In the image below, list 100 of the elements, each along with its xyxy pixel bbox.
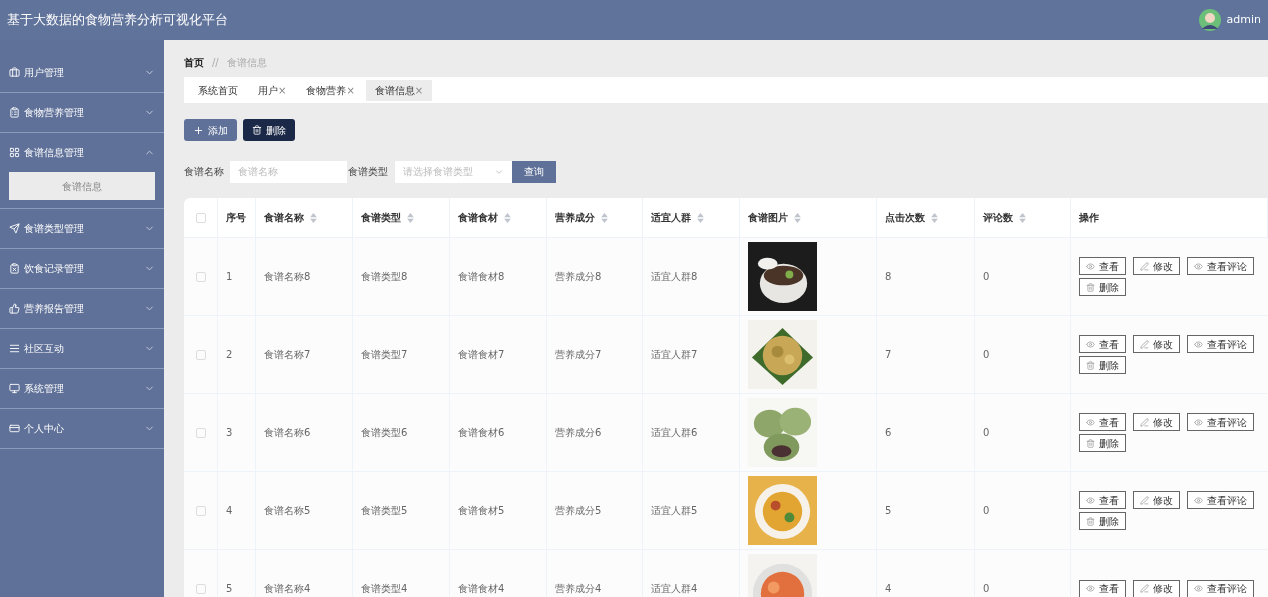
table-cell-text: 食谱类型6 <box>361 426 408 440</box>
action-button[interactable]: 修改 <box>1133 413 1180 431</box>
sort-icon[interactable] <box>504 212 511 223</box>
tab[interactable]: 食谱信息× <box>365 79 433 101</box>
tab[interactable]: 用户× <box>249 79 296 101</box>
table-cell-text: 食谱名称5 <box>264 504 311 518</box>
table-cell-text: 食谱类型4 <box>361 582 408 596</box>
table-cell-text: 营养成分5 <box>555 504 602 518</box>
pen-icon <box>1140 417 1149 427</box>
sidebar-item[interactable]: 食谱信息管理 <box>0 133 164 172</box>
sidebar-item[interactable]: 食谱类型管理 <box>0 209 164 248</box>
row-checkbox[interactable] <box>195 271 206 282</box>
select-all-checkbox[interactable] <box>195 212 206 223</box>
action-button[interactable]: 查看 <box>1079 257 1126 275</box>
tab[interactable]: 食物营养× <box>297 79 364 101</box>
breadcrumb-home[interactable]: 首页 <box>184 54 204 70</box>
sidebar-item[interactable]: 个人中心 <box>0 409 164 448</box>
eye-icon <box>1086 584 1095 593</box>
breadcrumb-separator: // <box>212 55 219 70</box>
delete-button[interactable]: 删除 <box>243 119 295 141</box>
action-button[interactable]: 删除 <box>1079 278 1126 296</box>
app-title: 基于大数据的食物营养分析可视化平台 <box>7 11 228 30</box>
table-cell-text: 适宜人群6 <box>651 426 698 440</box>
action-button[interactable]: 查看 <box>1079 413 1126 431</box>
action-button[interactable]: 修改 <box>1133 579 1180 597</box>
action-button[interactable]: 删除 <box>1079 512 1126 530</box>
table-cell-text: 食谱食材6 <box>458 426 505 440</box>
menu-icon <box>9 67 20 78</box>
row-checkbox[interactable] <box>195 427 206 438</box>
table-cell-text: 适宜人群7 <box>651 348 698 362</box>
sort-icon[interactable] <box>1019 212 1026 223</box>
sort-icon[interactable] <box>794 212 801 223</box>
sort-icon[interactable] <box>931 212 938 223</box>
action-button[interactable]: 修改 <box>1133 257 1180 275</box>
menu-icon <box>9 303 20 314</box>
action-button[interactable]: 查看评论 <box>1187 491 1254 509</box>
action-button[interactable]: 修改 <box>1133 491 1180 509</box>
column-header: 食谱类型 <box>361 211 401 225</box>
table-cell-text: 1 <box>226 270 233 284</box>
row-checkbox[interactable] <box>195 583 206 594</box>
name-input-field[interactable]: 食谱名称 <box>230 160 347 183</box>
pen-icon <box>1140 495 1149 505</box>
menu-icon <box>9 343 20 354</box>
sidebar-item[interactable]: 社区互动 <box>0 329 164 368</box>
action-button[interactable]: 查看评论 <box>1187 335 1254 353</box>
menu-icon <box>9 107 20 118</box>
eye-icon <box>1086 339 1095 349</box>
eye-icon <box>1194 417 1203 427</box>
tab[interactable]: 系统首页 <box>189 79 247 101</box>
avatar-icon[interactable] <box>1198 9 1221 31</box>
action-button[interactable]: 修改 <box>1133 335 1180 353</box>
table-cell-text: 0 <box>983 270 990 284</box>
menu-icon <box>9 383 20 394</box>
table-cell-text: 食谱食材4 <box>458 582 505 596</box>
table-cell-text: 适宜人群5 <box>651 504 698 518</box>
user-name[interactable]: admin <box>1226 11 1261 29</box>
table-cell-text: 食谱名称6 <box>264 426 311 440</box>
pen-icon <box>1140 339 1149 349</box>
action-button[interactable]: 删除 <box>1079 356 1126 374</box>
sidebar-item[interactable]: 营养报告管理 <box>0 289 164 328</box>
sidebar-item[interactable]: 食物营养管理 <box>0 93 164 132</box>
eye-icon <box>1194 495 1203 505</box>
search-button[interactable]: 查询 <box>512 160 556 183</box>
pen-icon <box>1140 584 1149 593</box>
sort-icon[interactable] <box>697 212 704 223</box>
eye-icon <box>1194 261 1203 271</box>
column-header: 食谱图片 <box>748 211 788 225</box>
column-header: 操作 <box>1079 211 1099 225</box>
table-cell-text: 食谱名称8 <box>264 270 311 284</box>
sidebar-item[interactable]: 用户管理 <box>0 53 164 92</box>
menu-icon <box>9 263 20 274</box>
table-cell-text: 0 <box>983 504 990 518</box>
plus-icon <box>193 124 204 136</box>
sidebar-item[interactable]: 饮食记录管理 <box>0 249 164 288</box>
sort-icon[interactable] <box>310 212 317 223</box>
action-button[interactable]: 查看评论 <box>1187 257 1254 275</box>
action-button[interactable]: 查看 <box>1079 335 1126 353</box>
trash-icon <box>1086 516 1095 526</box>
table-cell-text: 4 <box>226 504 233 518</box>
sort-icon[interactable] <box>601 212 608 223</box>
row-checkbox[interactable] <box>195 505 206 516</box>
table-cell-text: 4 <box>885 582 892 596</box>
action-button[interactable]: 查看评论 <box>1187 413 1254 431</box>
table-cell-text: 食谱名称4 <box>264 582 311 596</box>
eye-icon <box>1194 584 1203 593</box>
sort-icon[interactable] <box>407 212 414 223</box>
menu-icon <box>9 423 20 434</box>
action-button[interactable]: 查看 <box>1079 579 1126 597</box>
column-header: 食谱食材 <box>458 211 498 225</box>
action-button[interactable]: 删除 <box>1079 434 1126 452</box>
sidebar-item[interactable]: 系统管理 <box>0 369 164 408</box>
action-button[interactable]: 查看评论 <box>1187 579 1254 597</box>
eye-icon <box>1086 417 1095 427</box>
action-button[interactable]: 查看 <box>1079 491 1126 509</box>
add-button[interactable]: 添加 <box>184 119 237 141</box>
eye-icon <box>1086 261 1095 271</box>
table-cell-text: 食谱食材8 <box>458 270 505 284</box>
table-cell-text: 营养成分8 <box>555 270 602 284</box>
row-checkbox[interactable] <box>195 349 206 360</box>
trash-icon <box>1086 360 1095 370</box>
